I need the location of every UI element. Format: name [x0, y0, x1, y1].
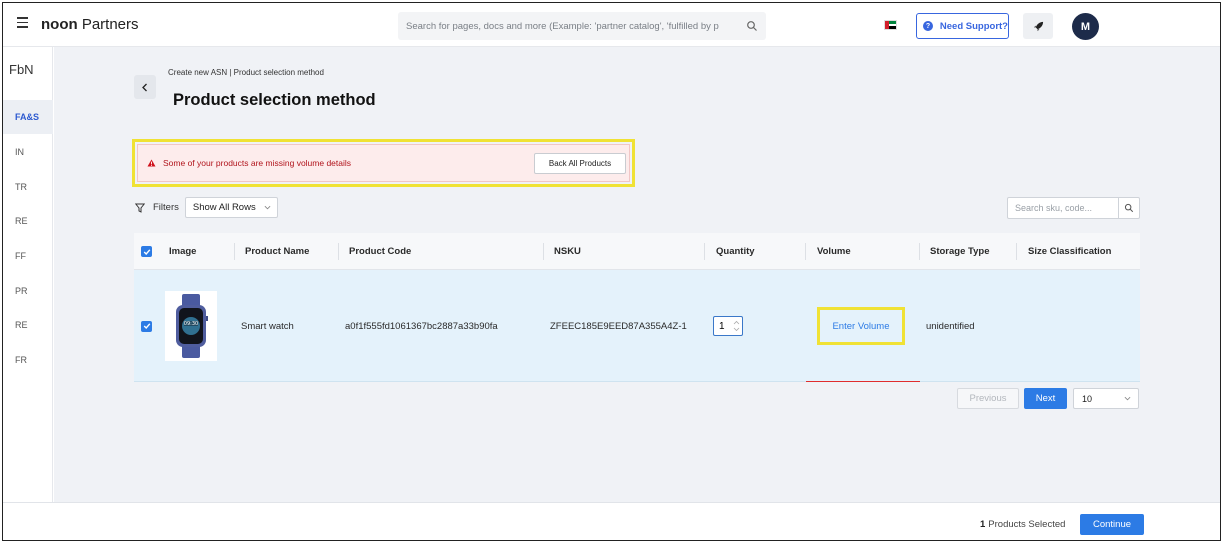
uae-flag-icon[interactable] — [884, 20, 897, 30]
nsku: ZFEEC185E9EED87A355A4Z-1 — [550, 320, 687, 332]
need-support-label: Need Support? — [939, 20, 1008, 32]
sidebar-item-pr[interactable]: PR — [3, 274, 53, 308]
sidebar-item-in[interactable]: IN — [3, 135, 53, 169]
global-search-input[interactable] — [398, 12, 738, 40]
table-search-input[interactable] — [1008, 198, 1118, 218]
rocket-icon — [1033, 21, 1043, 31]
pagination: Previous Next 10 — [957, 388, 1139, 409]
previous-page-button[interactable]: Previous — [957, 388, 1019, 409]
quantity-input[interactable] — [714, 317, 732, 335]
column-header-size-classification: Size Classification — [1028, 246, 1112, 257]
enter-volume-highlight: Enter Volume — [817, 307, 905, 345]
top-header: noon Partners ? Need Support? M — [3, 3, 1220, 47]
chevron-left-icon — [142, 83, 147, 91]
next-page-button[interactable]: Next — [1024, 388, 1067, 409]
select-all-cell — [141, 233, 152, 270]
rocket-button[interactable] — [1023, 13, 1053, 39]
products-selected-count: 1 Products Selected — [980, 519, 1065, 530]
avatar[interactable]: M — [1072, 13, 1099, 40]
products-table: Image Product Name Product Code NSKU Qua… — [134, 233, 1140, 382]
table-row[interactable]: 09:30 Smart watch a0f1f555fd1061367bc288… — [134, 270, 1140, 382]
row-checkbox[interactable] — [141, 320, 152, 332]
page-header: Create new ASN | Product selection metho… — [54, 47, 1220, 125]
filter-icon — [135, 203, 145, 213]
main-content: Create new ASN | Product selection metho… — [54, 47, 1220, 502]
warning-icon — [147, 159, 156, 167]
chevron-down-icon — [264, 205, 271, 210]
quantity-cell — [713, 270, 743, 382]
filter-select-value: Show All Rows — [192, 202, 256, 213]
menu-icon[interactable] — [17, 17, 28, 29]
product-name: Smart watch — [241, 320, 294, 332]
app-window: noon Partners ? Need Support? M FbN FA&S… — [2, 2, 1221, 541]
sidebar-title: FbN — [9, 62, 34, 77]
alert-message: Some of your products are missing volume… — [163, 158, 352, 168]
filters-label: Filters — [153, 202, 179, 213]
table-header: Image Product Name Product Code NSKU Qua… — [134, 233, 1140, 270]
help-icon: ? — [923, 21, 933, 31]
svg-text:09:30: 09:30 — [184, 321, 198, 327]
storage-type: unidentified — [926, 320, 975, 332]
quantity-stepper[interactable] — [713, 316, 743, 336]
sidebar-item-fr[interactable]: FR — [3, 343, 53, 377]
sidebar-item-ff[interactable]: FF — [3, 239, 53, 273]
search-icon — [1124, 203, 1134, 213]
filters-bar: Filters Show All Rows — [135, 197, 278, 218]
need-support-button[interactable]: ? Need Support? — [916, 13, 1009, 39]
table-search — [1007, 197, 1140, 219]
chevron-down-icon — [1124, 396, 1131, 401]
volume-error-underline — [806, 381, 920, 382]
sidebar-item-tr[interactable]: TR — [3, 170, 53, 204]
alert-highlight: Some of your products are missing volume… — [132, 139, 635, 187]
column-header-image: Image — [169, 246, 197, 257]
product-code: a0f1f555fd1061367bc2887a33b90fa — [345, 320, 498, 332]
sidebar: FbN FA&S IN TR RE FF PR RE FR — [3, 47, 53, 502]
column-header-storage-type: Storage Type — [930, 246, 990, 257]
back-button[interactable] — [134, 75, 156, 99]
page-size-select[interactable]: 10 — [1073, 388, 1139, 409]
sidebar-item-re[interactable]: RE — [3, 204, 53, 238]
continue-button[interactable]: Continue — [1080, 514, 1144, 535]
footer-bar: 1 Products Selected Continue — [3, 502, 1220, 540]
smartwatch-image: 09:30 — [176, 294, 208, 358]
selected-count-number: 1 — [980, 519, 986, 530]
back-all-products-button[interactable]: Back All Products — [534, 153, 626, 174]
brand-logo[interactable]: noon Partners — [41, 16, 139, 33]
product-image[interactable]: 09:30 — [165, 291, 217, 361]
column-header-volume: Volume — [817, 246, 851, 257]
breadcrumb: Create new ASN | Product selection metho… — [168, 68, 324, 77]
sidebar-item-re-2[interactable]: RE — [3, 308, 53, 342]
table-search-button[interactable] — [1118, 198, 1139, 218]
page-size-value: 10 — [1082, 393, 1093, 404]
select-all-checkbox[interactable] — [141, 246, 152, 257]
column-header-product-code: Product Code — [349, 246, 412, 257]
product-image-cell: 09:30 — [165, 270, 217, 382]
column-header-nsku: NSKU — [554, 246, 581, 257]
spinner-arrows-icon[interactable] — [733, 319, 740, 333]
search-icon[interactable] — [746, 20, 758, 32]
row-select-cell — [141, 270, 152, 382]
selected-count-label: Products Selected — [988, 519, 1066, 530]
global-search — [398, 12, 766, 40]
enter-volume-link[interactable]: Enter Volume — [832, 321, 889, 332]
column-header-quantity: Quantity — [716, 246, 755, 257]
filter-select[interactable]: Show All Rows — [184, 197, 278, 218]
missing-volume-alert: Some of your products are missing volume… — [137, 144, 630, 182]
check-icon — [143, 323, 150, 330]
page-title: Product selection method — [173, 91, 376, 109]
column-header-product-name: Product Name — [245, 246, 310, 257]
sidebar-item-fas[interactable]: FA&S — [3, 100, 53, 134]
check-icon — [143, 248, 150, 255]
volume-cell: Enter Volume — [817, 270, 905, 382]
